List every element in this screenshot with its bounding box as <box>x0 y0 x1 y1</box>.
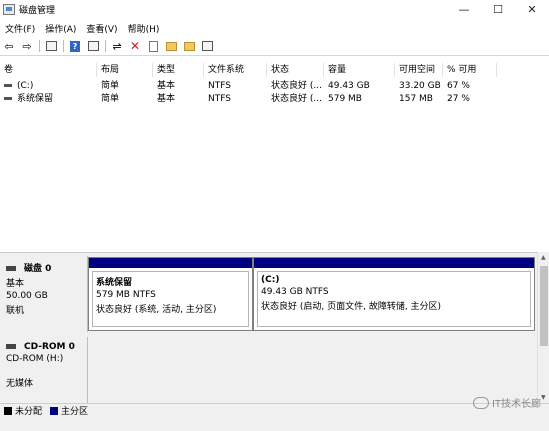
close-button[interactable]: ✕ <box>515 0 549 18</box>
window-controls: — ☐ ✕ <box>447 0 549 18</box>
legend-unallocated: 未分配 <box>15 407 43 417</box>
partition-type-bar <box>254 258 534 268</box>
toolbar: ⇦ ⇨ ? ⇌ ✕ <box>0 37 549 56</box>
status-cell: 状态良好 (... <box>271 81 322 91</box>
watermark: IT技术长廊 <box>472 395 541 410</box>
partition-name: (C:) <box>261 275 280 285</box>
legend-primary: 主分区 <box>61 407 89 417</box>
scroll-up-icon[interactable]: ▲ <box>541 254 546 261</box>
disk-status: 联机 <box>6 306 25 316</box>
menu-bar: 文件(F) 操作(A) 查看(V) 帮助(H) <box>0 20 164 37</box>
type-cell: 基本 <box>157 94 176 104</box>
column-header-layout[interactable]: 布局 <box>97 63 153 77</box>
disk-0-partitions: 系统保留 579 MB NTFS 状态良好 (系统, 活动, 主分区) (C:)… <box>88 257 535 331</box>
import-icon[interactable] <box>164 39 178 53</box>
cdrom-status: 无媒体 <box>6 379 34 389</box>
legend: 未分配 主分区 <box>0 403 549 417</box>
toolbar-separator <box>39 40 40 52</box>
menu-file[interactable]: 文件(F) <box>0 22 40 35</box>
status-cell: 状态良好 (... <box>271 94 322 104</box>
toolbar-separator <box>105 40 106 52</box>
wechat-icon <box>472 396 489 409</box>
check-icon[interactable] <box>146 39 160 53</box>
cdrom-type: CD-ROM (H:) <box>6 354 64 364</box>
primary-partition-swatch <box>50 406 59 415</box>
layout-cell: 简单 <box>101 81 120 91</box>
column-header-filesystem[interactable]: 文件系统 <box>204 63 267 77</box>
volume-cell: (C:) <box>0 80 97 93</box>
layout-cell: 简单 <box>101 94 120 104</box>
disk-management-icon <box>3 3 15 15</box>
help-icon[interactable]: ? <box>68 39 82 53</box>
drive-icon <box>4 97 12 100</box>
delete-icon[interactable]: ✕ <box>128 39 142 53</box>
partition-c[interactable]: (C:) 49.43 GB NTFS 状态良好 (启动, 页面文件, 故障转储,… <box>253 257 535 331</box>
column-header-percent-free[interactable]: % 可用 <box>443 63 497 77</box>
disk-title: 磁盘 0 <box>6 261 87 274</box>
scroll-down-icon[interactable]: ▼ <box>541 394 546 401</box>
percent-free-cell: 27 % <box>447 94 470 104</box>
forward-icon[interactable]: ⇨ <box>20 39 34 53</box>
drive-icon <box>4 84 12 87</box>
connect-icon[interactable]: ⇌ <box>110 39 124 53</box>
disk-size: 50.00 GB <box>6 291 48 301</box>
disk-icon <box>6 266 16 271</box>
capacity-cell: 49.43 GB <box>328 81 370 91</box>
partition-status: 状态良好 (系统, 活动, 主分区) <box>96 305 217 315</box>
maximize-button[interactable]: ☐ <box>481 0 515 18</box>
menu-help[interactable]: 帮助(H) <box>123 22 165 35</box>
title-bar: 磁盘管理 — ☐ ✕ <box>0 0 549 18</box>
vertical-scrollbar[interactable]: ▲ ▼ <box>537 252 549 403</box>
free-space-cell: 157 MB <box>399 94 433 104</box>
back-icon[interactable]: ⇦ <box>2 39 16 53</box>
table-row[interactable]: (C:) 简单 基本 NTFS 状态良好 (... 49.43 GB 33.20… <box>0 80 549 93</box>
cdrom-icon <box>6 344 16 349</box>
percent-free-cell: 67 % <box>447 81 470 91</box>
type-cell: 基本 <box>157 81 176 91</box>
toolbar-separator <box>63 40 64 52</box>
cdrom-0-label[interactable]: CD-ROM 0 CD-ROM (H:) 无媒体 <box>0 337 88 403</box>
filesystem-cell: NTFS <box>208 94 231 104</box>
folder-icon[interactable] <box>182 39 196 53</box>
scrollbar-thumb[interactable] <box>540 266 548 346</box>
capacity-cell: 579 MB <box>328 94 362 104</box>
column-header-capacity[interactable]: 容量 <box>324 63 395 77</box>
volume-list: 卷 布局 类型 文件系统 状态 容量 可用空间 % 可用 (C:) 简单 基本 … <box>0 63 549 243</box>
volume-list-header: 卷 布局 类型 文件系统 状态 容量 可用空间 % 可用 <box>0 63 549 77</box>
console-tree-icon[interactable] <box>44 39 58 53</box>
partition-body: (C:) 49.43 GB NTFS 状态良好 (启动, 页面文件, 故障转储,… <box>257 271 531 327</box>
volume-name: (C:) <box>17 81 34 91</box>
properties-icon[interactable] <box>86 39 100 53</box>
table-row[interactable]: 系统保留 简单 基本 NTFS 状态良好 (... 579 MB 157 MB … <box>0 93 549 106</box>
filesystem-cell: NTFS <box>208 81 231 91</box>
free-space-cell: 33.20 GB <box>399 81 441 91</box>
cdrom-title: CD-ROM 0 <box>6 342 87 352</box>
menu-action[interactable]: 操作(A) <box>40 22 81 35</box>
partition-status: 状态良好 (启动, 页面文件, 故障转储, 主分区) <box>261 302 442 312</box>
disk-type: 基本 <box>6 279 25 289</box>
view-icon[interactable] <box>200 39 214 53</box>
partition-size: 49.43 GB NTFS <box>261 287 329 297</box>
partition-type-bar <box>89 258 252 268</box>
column-header-type[interactable]: 类型 <box>153 63 204 77</box>
disk-0-label[interactable]: 磁盘 0 基本 50.00 GB 联机 <box>0 256 88 332</box>
volume-name: 系统保留 <box>17 94 54 104</box>
menu-view[interactable]: 查看(V) <box>81 22 122 35</box>
partition-body: 系统保留 579 MB NTFS 状态良好 (系统, 活动, 主分区) <box>92 271 249 327</box>
volume-cell: 系统保留 <box>0 93 97 106</box>
partition-size: 579 MB NTFS <box>96 290 156 300</box>
window-title: 磁盘管理 <box>19 5 56 16</box>
column-header-volume[interactable]: 卷 <box>0 63 97 77</box>
partition-system-reserved[interactable]: 系统保留 579 MB NTFS 状态良好 (系统, 活动, 主分区) <box>88 257 253 331</box>
unallocated-swatch <box>4 406 12 415</box>
partition-name: 系统保留 <box>96 278 133 288</box>
watermark-text: IT技术长廊 <box>491 399 541 410</box>
column-header-status[interactable]: 状态 <box>267 63 324 77</box>
column-header-free-space[interactable]: 可用空间 <box>395 63 443 77</box>
minimize-button[interactable]: — <box>447 0 481 18</box>
